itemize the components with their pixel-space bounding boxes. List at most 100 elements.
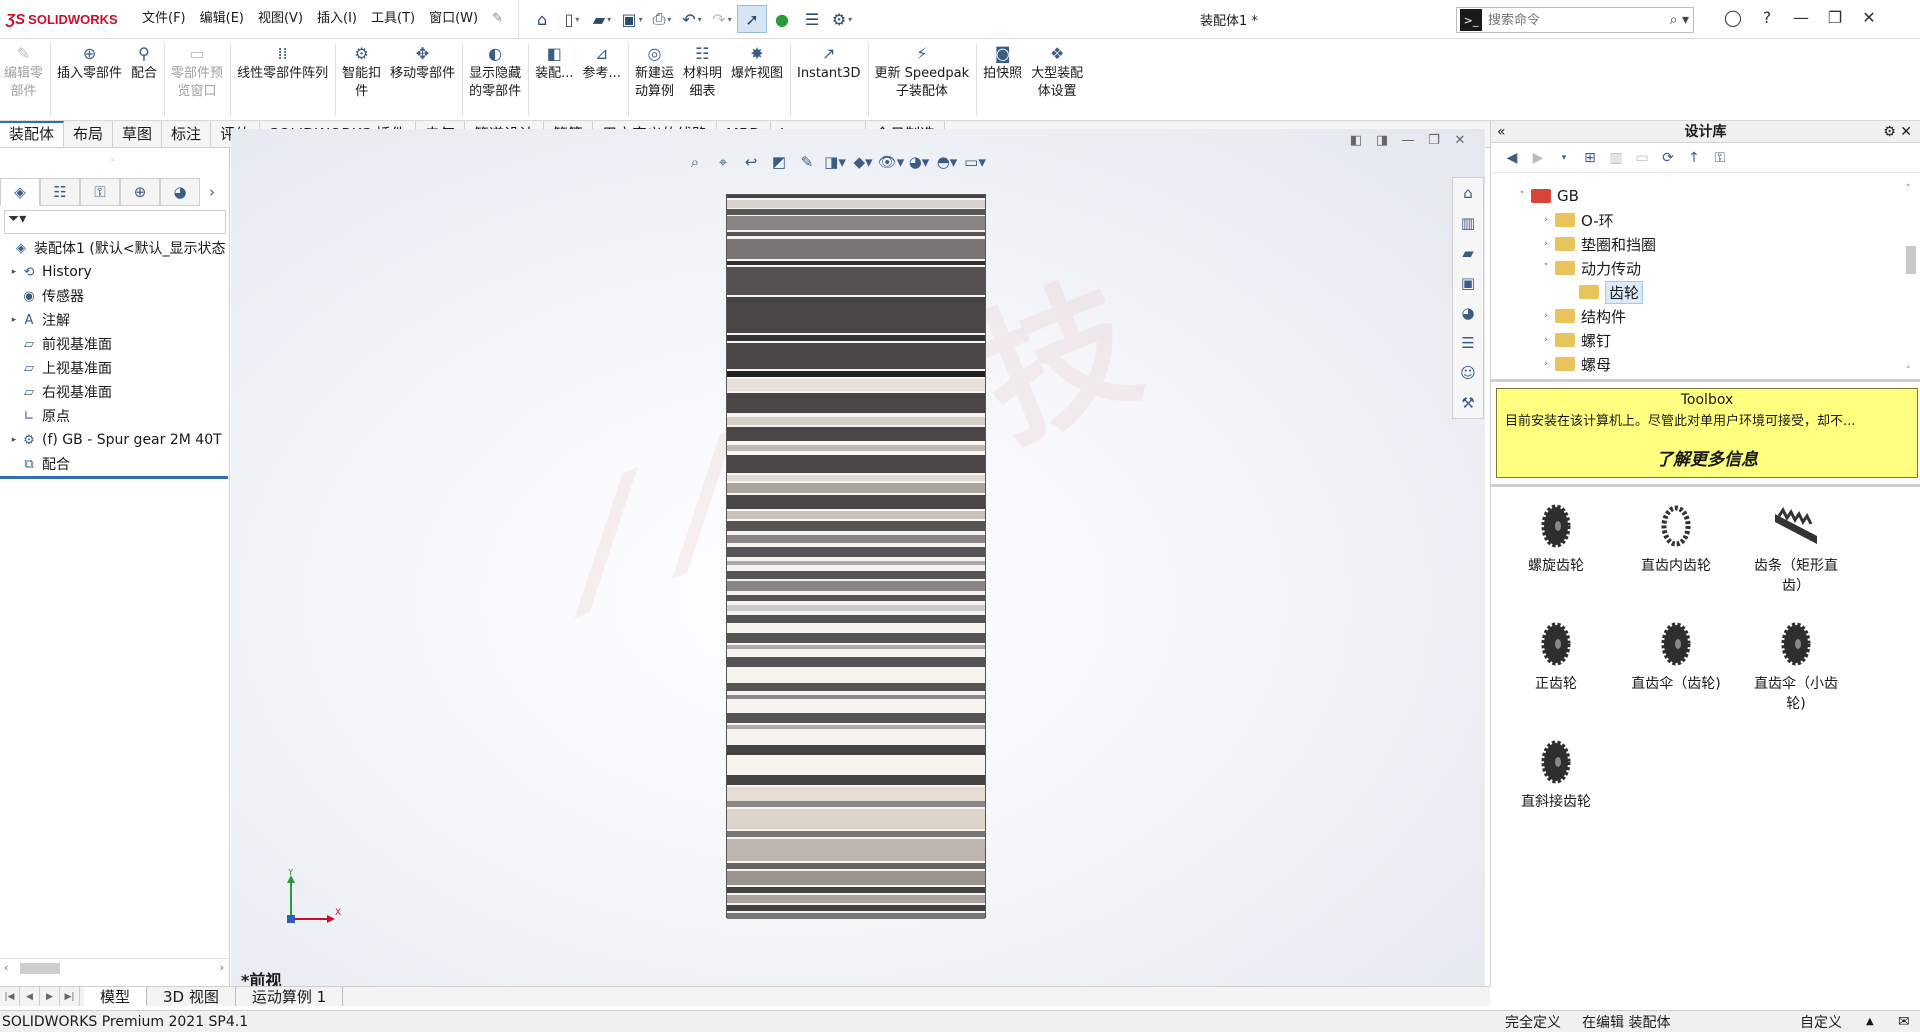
library-gear-item[interactable]: 直斜接齿轮 xyxy=(1496,732,1616,812)
toolbox-icon[interactable]: ⚒ xyxy=(1453,388,1483,418)
tile-right-icon[interactable]: ◨ xyxy=(1369,133,1395,148)
library-tree-scrollbar[interactable]: ˄ ˅ xyxy=(1904,184,1918,376)
unit-dropdown-icon[interactable]: ▲ xyxy=(1866,1016,1874,1027)
document-tab[interactable]: 3D 视图 xyxy=(147,987,236,1006)
command-linear-pattern-button[interactable]: ⁞⁞ 线性零部件阵列 xyxy=(233,39,333,120)
command-insert-component-button[interactable]: ⊕ 插入零部件 xyxy=(53,39,127,120)
tree-node[interactable]: ▸ ⟲ History xyxy=(0,260,228,284)
library-scroll-thumb[interactable] xyxy=(1906,246,1916,274)
doc-minimize-icon[interactable]: — xyxy=(1395,133,1421,148)
expand-arrow-icon[interactable]: ▸ xyxy=(8,435,20,445)
new-document-icon[interactable]: ▯ ▾ xyxy=(557,5,587,33)
menu-item[interactable]: 文件(F) xyxy=(135,7,193,31)
toolbox-config-icon[interactable]: ⚿ xyxy=(1707,150,1733,166)
command-show-hidden-button[interactable]: ◐ 显示隐藏 的零部件 xyxy=(465,39,526,120)
solidworks-logo[interactable]: ƷS SOLIDWORKS xyxy=(0,11,135,28)
expand-arrow-icon[interactable]: › xyxy=(1537,239,1555,249)
library-folder[interactable]: ˅ GB xyxy=(1491,184,1903,208)
tree-filter-icon[interactable]: ⏷▾ xyxy=(4,210,226,234)
close-icon[interactable]: ✕ xyxy=(1852,8,1886,27)
command-mate-button[interactable]: ⚲ 配合 xyxy=(127,39,162,120)
menu-item[interactable]: 编辑(E) xyxy=(193,7,251,31)
feature-tree-tab-icon[interactable]: ◈ xyxy=(0,178,40,206)
command-snapshot-button[interactable]: ◙ 拍快照 xyxy=(979,39,1027,120)
property-manager-tab-icon[interactable]: ☷ xyxy=(40,178,80,206)
solidworks-resources-icon[interactable]: ⌂ xyxy=(1453,178,1483,208)
library-folder[interactable]: 齿轮 xyxy=(1491,280,1903,304)
previous-view-icon[interactable]: ↩ xyxy=(737,153,765,171)
more-tabs-chevron-icon[interactable]: › xyxy=(200,178,224,206)
command-assembly-feature-button[interactable]: ◧ 装配... xyxy=(531,39,578,120)
document-tab[interactable]: 运动算例 1 xyxy=(236,987,344,1006)
command-reference-geometry-button[interactable]: ⊿ 参考... xyxy=(579,39,626,120)
view-settings-icon[interactable]: ▭▾ xyxy=(961,153,989,171)
tree-rollback-bar[interactable] xyxy=(0,476,228,479)
command-edit-component-button[interactable]: ✎ 编辑零 部件 xyxy=(0,39,48,120)
file-properties-icon[interactable]: ☰ xyxy=(797,5,827,33)
tree-horizontal-scrollbar[interactable]: ‹ › xyxy=(0,958,228,976)
expand-arrow-icon[interactable]: ▸ xyxy=(8,267,20,277)
library-gear-item[interactable]: 直齿伞（小齿 轮) xyxy=(1736,614,1856,714)
expand-arrow-icon[interactable]: ˅ xyxy=(1537,263,1555,273)
apply-scene-icon[interactable]: ◓▾ xyxy=(933,153,961,171)
menu-item[interactable]: 插入(I) xyxy=(310,7,364,31)
tab[interactable]: 标注 xyxy=(162,121,212,147)
section-view-icon[interactable]: ◩ xyxy=(765,153,793,171)
library-folder[interactable]: › 螺母 xyxy=(1491,352,1903,376)
scroll-left-icon[interactable]: ‹ xyxy=(0,961,8,974)
menu-item[interactable]: 视图(V) xyxy=(251,7,310,31)
command-move-component-button[interactable]: ✥ 移动零部件 xyxy=(386,39,460,120)
select-pointer-icon[interactable]: ➚ xyxy=(737,5,768,33)
gear-model-front-view[interactable] xyxy=(726,194,986,919)
command-large-assembly-button[interactable]: ❖ 大型装配 体设置 xyxy=(1027,39,1088,120)
view-orientation-icon[interactable]: ◨▾ xyxy=(821,153,849,171)
zoom-to-fit-icon[interactable]: ⌕ xyxy=(681,153,709,171)
library-folder[interactable]: ˅ 动力传动 xyxy=(1491,256,1903,280)
open-folder-icon[interactable]: ▰ ▾ xyxy=(587,5,617,33)
tree-node[interactable]: ◈ 装配体1 (默认<默认_显示状态 xyxy=(0,236,228,260)
create-folder-icon[interactable]: ▭ xyxy=(1629,150,1655,166)
scroll-up-icon[interactable]: ˄ xyxy=(1906,184,1911,194)
tab[interactable]: 草图 xyxy=(113,121,163,147)
back-icon[interactable]: ◀ xyxy=(1499,150,1525,166)
learn-more-link[interactable]: 了解更多信息 xyxy=(1497,445,1917,470)
appearances-scenes-icon[interactable]: ◕ xyxy=(1453,298,1483,328)
expand-arrow-icon[interactable]: › xyxy=(1537,359,1555,369)
options-gear-icon[interactable]: ⚙ ▾ xyxy=(827,5,857,33)
print-icon[interactable]: ⎙ ▾ xyxy=(647,5,677,33)
command-new-motion-study-button[interactable]: ◎ 新建运 动算例 xyxy=(631,39,679,120)
tree-node[interactable]: ▱ 上视基准面 xyxy=(0,356,228,380)
add-to-library-icon[interactable]: ⊞ xyxy=(1577,150,1603,166)
tree-node[interactable]: ∟ 原点 xyxy=(0,404,228,428)
library-gear-item[interactable]: 正齿轮 xyxy=(1496,614,1616,694)
next-tab-icon[interactable]: ▶ xyxy=(40,987,60,1006)
expand-arrow-icon[interactable]: › xyxy=(1537,335,1555,345)
search-input[interactable] xyxy=(1482,12,1642,28)
tree-node[interactable]: ▱ 前视基准面 xyxy=(0,332,228,356)
dynamic-annotation-icon[interactable]: ✎ xyxy=(793,153,821,171)
command-smart-fastener-button[interactable]: ⚙ 智能扣件 xyxy=(338,39,386,120)
add-file-location-icon[interactable]: ▥ xyxy=(1603,150,1629,166)
hide-show-items-icon[interactable]: 👁▾ xyxy=(877,153,905,171)
collapse-panel-icon[interactable]: « xyxy=(1497,121,1506,143)
file-explorer-icon[interactable]: ▰ xyxy=(1453,238,1483,268)
history-dropdown-icon[interactable]: ▾ xyxy=(1551,153,1577,163)
menu-item[interactable]: 工具(T) xyxy=(364,7,422,31)
library-gear-item[interactable]: 直齿内齿轮 xyxy=(1616,496,1736,576)
zoom-to-area-icon[interactable]: ⌖ xyxy=(709,153,737,171)
library-gear-item[interactable]: 齿条（矩形直 齿） xyxy=(1736,496,1856,596)
library-folder[interactable]: › 螺钉 xyxy=(1491,328,1903,352)
library-folder[interactable]: › 结构件 xyxy=(1491,304,1903,328)
forward-icon[interactable]: ▶ xyxy=(1525,150,1551,166)
save-icon[interactable]: ▣ ▾ xyxy=(617,5,647,33)
undo-icon[interactable]: ↶ ▾ xyxy=(677,5,707,33)
first-tab-icon[interactable]: |◀ xyxy=(0,987,20,1006)
command-preview-window-button[interactable]: ▭ 零部件预 览窗口 xyxy=(167,39,228,120)
graphics-area[interactable]: ⟋⟋ 科 技 ◧ ◨ — ❐ ✕ ⌕ ⌖ ↩ ◩ ✎ ◨▾ ◆▾ 👁▾ ◕▾ ◓… xyxy=(231,129,1485,986)
refresh-icon[interactable]: ⟳ xyxy=(1655,150,1681,166)
edit-appearance-icon[interactable]: ◕▾ xyxy=(905,153,933,171)
last-tab-icon[interactable]: ▶| xyxy=(60,987,80,1006)
command-bom-button[interactable]: ☷ 材料明 细表 xyxy=(679,39,727,120)
library-gear-item[interactable]: 螺旋齿轮 xyxy=(1496,496,1616,576)
expand-arrow-icon[interactable]: › xyxy=(1537,215,1555,225)
